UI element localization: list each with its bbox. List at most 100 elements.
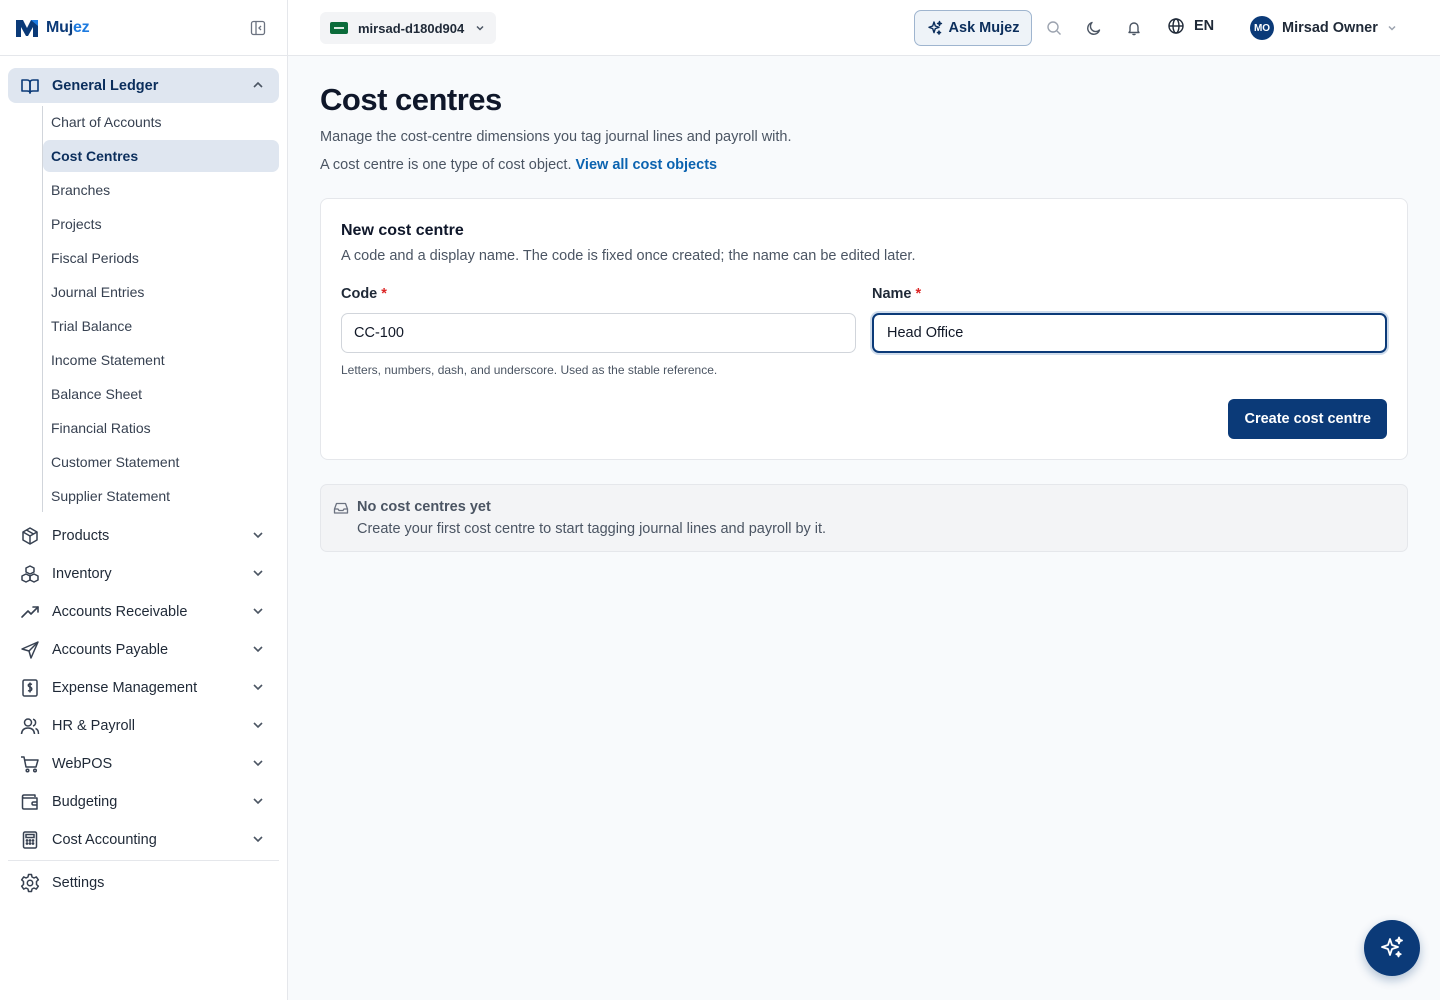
chevron-down-icon — [253, 646, 263, 653]
sidebar-group-label: Expense Management — [52, 680, 198, 696]
send-icon — [20, 640, 40, 660]
sidebar-group-label: Products — [52, 528, 110, 544]
chevron-down-icon — [1388, 25, 1396, 31]
create-cost-centre-button[interactable]: Create cost centre — [1228, 399, 1387, 439]
sidebar-group-label: WebPOS — [52, 756, 113, 772]
avatar: MO — [1250, 16, 1274, 40]
receipt-dollar-icon — [20, 678, 40, 698]
sidebar-item-label: Settings — [52, 875, 105, 891]
chevron-down-icon — [253, 722, 263, 729]
sidebar-item-customer-statement[interactable]: Customer Statement — [43, 446, 279, 478]
code-input[interactable] — [341, 313, 856, 353]
chevron-down-icon — [253, 608, 263, 615]
sidebar-group-label: HR & Payroll — [52, 718, 135, 734]
trending-up-icon — [20, 602, 40, 622]
chevron-down-icon — [253, 836, 263, 843]
gear-icon — [20, 873, 40, 893]
calculator-icon — [20, 830, 40, 850]
sidebar-item-cost-centres[interactable]: Cost Centres — [43, 140, 279, 172]
name-input[interactable] — [872, 313, 1387, 353]
package-icon — [20, 526, 40, 546]
shopping-cart-icon — [20, 754, 40, 774]
sidebar-item-settings[interactable]: Settings — [8, 865, 279, 901]
sidebar-group-webpos[interactable]: WebPOS — [8, 746, 279, 782]
tenant-switcher[interactable]: mirsad-d180d904 — [320, 12, 497, 44]
sidebar-nav: General Ledger Chart of Accounts Cost Ce… — [0, 56, 287, 901]
empty-state: No cost centres yet Create your first co… — [320, 484, 1408, 552]
sidebar-item-chart-of-accounts[interactable]: Chart of Accounts — [43, 106, 279, 138]
sidebar-group-budgeting[interactable]: Budgeting — [8, 784, 279, 820]
sidebar-group-general-ledger[interactable]: General Ledger — [8, 68, 279, 103]
tenant-name: mirsad-d180d904 — [358, 20, 465, 36]
inbox-icon — [333, 502, 349, 514]
search-icon[interactable] — [1045, 19, 1063, 37]
sidebar-item-fiscal-periods[interactable]: Fiscal Periods — [43, 242, 279, 274]
sidebar-group-label: Inventory — [52, 566, 112, 582]
code-hint: Letters, numbers, dash, and underscore. … — [341, 363, 718, 377]
sidebar-item-journal-entries[interactable]: Journal Entries — [43, 276, 279, 308]
brand-name: Mujez — [46, 18, 90, 36]
sidebar-group-label: General Ledger — [52, 77, 159, 94]
saudi-flag-icon — [330, 22, 348, 34]
name-label: Name * — [872, 286, 922, 302]
language-code: EN — [1194, 18, 1215, 34]
required-mark: * — [915, 286, 922, 302]
chevron-down-icon — [253, 760, 263, 767]
sidebar-group-inventory[interactable]: Inventory — [8, 556, 279, 592]
ask-mujez-button[interactable]: Ask Mujez — [914, 10, 1032, 46]
sidebar-divider — [8, 860, 279, 861]
sidebar-item-balance-sheet[interactable]: Balance Sheet — [43, 378, 279, 410]
sidebar-group-hr-payroll[interactable]: HR & Payroll — [8, 708, 279, 744]
language-switcher[interactable]: EN — [1167, 17, 1214, 35]
sidebar-item-trial-balance[interactable]: Trial Balance — [43, 310, 279, 342]
mujez-logo-icon — [16, 19, 38, 37]
sidebar-item-income-statement[interactable]: Income Statement — [43, 344, 279, 376]
general-ledger-submenu: Chart of Accounts Cost Centres Branches … — [42, 106, 279, 512]
view-all-cost-objects-link[interactable]: View all cost objects — [576, 157, 718, 173]
required-mark: * — [381, 286, 387, 302]
sidebar-item-financial-ratios[interactable]: Financial Ratios — [43, 412, 279, 444]
ai-assistant-fab[interactable] — [1364, 920, 1420, 976]
sparkles-icon — [927, 20, 942, 35]
globe-icon — [1168, 18, 1184, 34]
bell-icon[interactable] — [1125, 19, 1143, 37]
sparkles-icon — [1381, 936, 1403, 958]
sidebar-group-accounts-receivable[interactable]: Accounts Receivable — [8, 594, 279, 630]
moon-icon[interactable] — [1085, 19, 1103, 37]
boxes-icon — [20, 564, 40, 584]
page-subtext: A cost centre is one type of cost object… — [320, 156, 1408, 174]
chevron-down-icon — [253, 570, 263, 577]
sidebar-group-products[interactable]: Products — [8, 518, 279, 554]
chevron-up-icon — [253, 81, 263, 88]
book-open-icon — [20, 76, 40, 96]
code-label: Code * — [341, 286, 387, 302]
sidebar-group-expense-management[interactable]: Expense Management — [8, 670, 279, 706]
page-title: Cost centres — [320, 82, 502, 117]
topbar: mirsad-d180d904 Ask Mujez EN MO Mirsad O… — [288, 0, 1440, 56]
sidebar-item-supplier-statement[interactable]: Supplier Statement — [43, 480, 279, 512]
sidebar-group-label: Accounts Receivable — [52, 604, 188, 620]
user-name: Mirsad Owner — [1282, 20, 1378, 36]
collapse-sidebar-icon[interactable] — [249, 19, 267, 37]
chevron-down-icon — [253, 684, 263, 691]
sidebar-item-branches[interactable]: Branches — [43, 174, 279, 206]
sidebar-group-list: Products Inventory Accounts Receivable A… — [8, 518, 279, 901]
code-field-group: Code* Letters, numbers, dash, and unders… — [341, 285, 856, 377]
sidebar-group-label: Cost Accounting — [52, 832, 157, 848]
sidebar-group-accounts-payable[interactable]: Accounts Payable — [8, 632, 279, 668]
sidebar-group-cost-accounting[interactable]: Cost Accounting — [8, 822, 279, 858]
sidebar: Mujez General Ledger Chart of Accounts C… — [0, 0, 288, 1000]
page-description: Manage the cost-centre dimensions you ta… — [320, 129, 792, 145]
user-menu[interactable]: MO Mirsad Owner — [1250, 16, 1398, 40]
empty-state-title: No cost centres yet — [357, 499, 491, 515]
sidebar-group-label: Accounts Payable — [52, 642, 169, 658]
empty-state-description: Create your first cost centre to start t… — [357, 521, 827, 537]
users-icon — [20, 716, 40, 736]
main-content: Cost centres Manage the cost-centre dime… — [320, 56, 1408, 552]
sidebar-item-projects[interactable]: Projects — [43, 208, 279, 240]
chevron-down-icon — [253, 798, 263, 805]
page-subtext-label: A cost centre is one type of cost object… — [320, 157, 572, 173]
brand[interactable]: Mujez — [0, 0, 287, 56]
form-fields: Code* Letters, numbers, dash, and unders… — [341, 285, 1387, 377]
wallet-icon — [20, 792, 40, 812]
